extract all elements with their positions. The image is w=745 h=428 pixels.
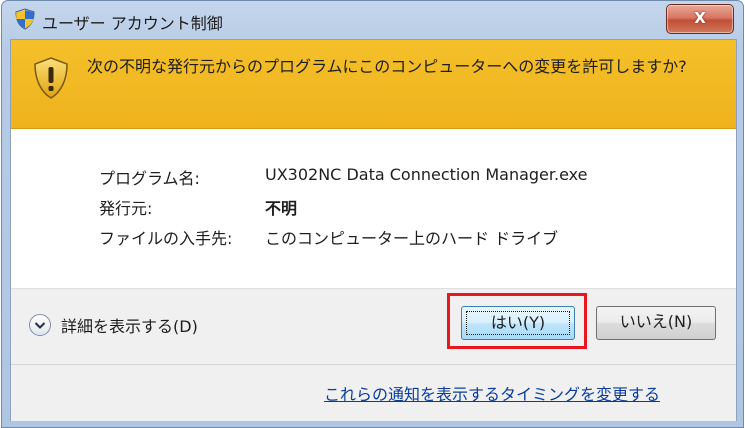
- notification-settings-link[interactable]: これらの通知を表示するタイミングを変更する: [324, 381, 660, 405]
- button-area: 詳細を表示する(D) はい(Y) いいえ(N): [11, 288, 736, 365]
- show-details-toggle[interactable]: 詳細を表示する(D): [29, 313, 198, 337]
- yes-button-label[interactable]: はい(Y): [466, 311, 570, 335]
- program-name-value: UX302NC Data Connection Manager.exe: [265, 165, 588, 184]
- warning-shield-icon: [33, 56, 69, 104]
- yes-button[interactable]: はい(Y): [461, 306, 575, 340]
- close-button[interactable]: X: [666, 4, 734, 34]
- warning-banner: 次の不明な発行元からのプログラムにこのコンピューターへの変更を許可しますか?: [11, 40, 736, 129]
- dialog-content: 次の不明な発行元からのプログラムにこのコンピューターへの変更を許可しますか? プ…: [10, 39, 737, 421]
- chevron-down-icon[interactable]: [29, 314, 51, 336]
- program-name-label: プログラム名:: [99, 169, 200, 188]
- publisher-label: 発行元:: [99, 199, 153, 218]
- footer: これらの通知を表示するタイミングを変更する: [11, 364, 736, 421]
- file-origin-label: ファイルの入手先:: [99, 229, 233, 248]
- warning-message: 次の不明な発行元からのプログラムにこのコンピューターへの変更を許可しますか?: [87, 57, 687, 76]
- uac-shield-icon: [14, 8, 36, 34]
- publisher-value: 不明: [265, 199, 298, 218]
- file-origin-value: このコンピューター上のハード ドライブ: [265, 229, 559, 248]
- uac-dialog: ユーザー アカウント制御 X 次の不明な発行元からのプログラムにこのコンピュータ…: [1, 0, 744, 428]
- window-title: ユーザー アカウント制御: [42, 14, 223, 33]
- no-button[interactable]: いいえ(N): [596, 306, 716, 340]
- title-bar[interactable]: ユーザー アカウント制御 X: [2, 1, 743, 39]
- show-details-label[interactable]: 詳細を表示する(D): [61, 313, 198, 337]
